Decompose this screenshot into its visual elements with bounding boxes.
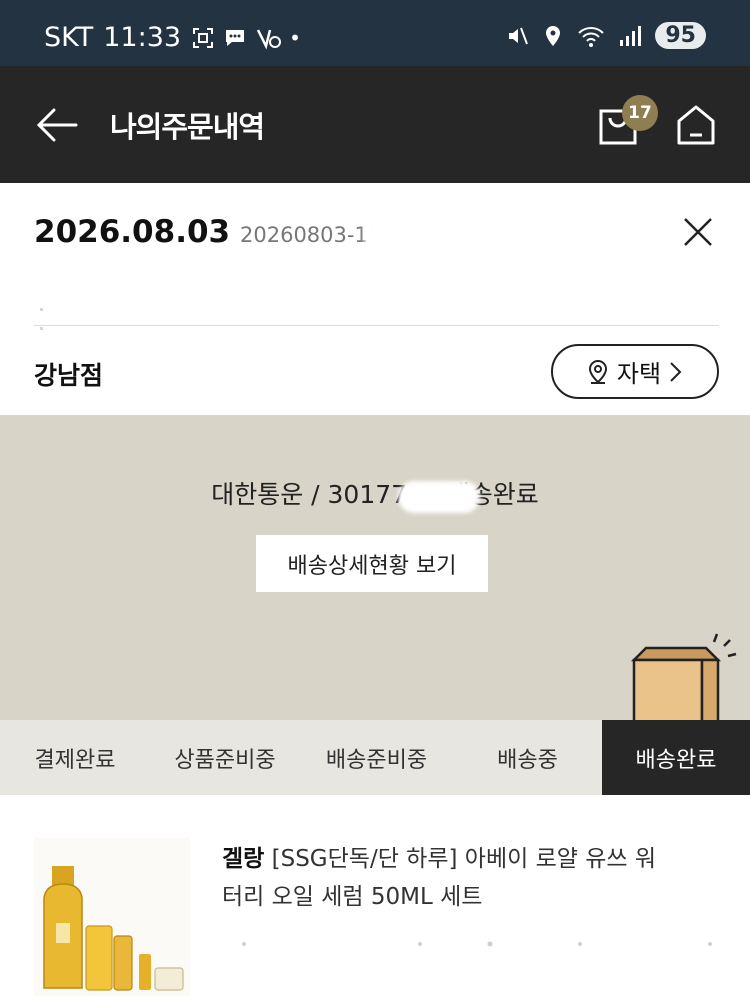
step-shipping: 배송중 <box>497 747 558 773</box>
order-date: 2026.08.03 <box>34 214 231 250</box>
delivery-detail-button[interactable]: 배송상세현황 보기 <box>256 535 488 592</box>
status-right: 95 <box>505 22 706 49</box>
cart-count-badge: 17 <box>622 95 658 131</box>
wifi-call-icon <box>256 28 282 50</box>
product-brand: 겔랑 <box>222 846 265 872</box>
redaction-blur <box>398 481 480 513</box>
divider <box>34 325 719 326</box>
wifi-icon <box>578 26 605 47</box>
delivery-status-banner: 대한통운 / 3017726 배송완료 배송상세현황 보기 <box>0 415 750 725</box>
product-name-line1: [SSG단독/단 하루] 아베이 로얄 유쓰 워 <box>264 846 656 872</box>
redacted-line <box>242 941 712 947</box>
location-icon <box>546 25 561 46</box>
delivery-address-label: 자택 <box>616 360 662 388</box>
package-box-icon <box>630 633 737 725</box>
mute-icon <box>509 27 529 44</box>
status-left-icons: • <box>191 26 301 50</box>
chat-icon <box>226 29 245 46</box>
chevron-right-icon <box>670 361 682 382</box>
redaction-blur <box>365 216 460 250</box>
battery-indicator: 95 <box>655 22 706 49</box>
delivery-info: 대한통운 / 3017726 배송완료 <box>211 480 539 509</box>
redaction-blur <box>520 878 700 914</box>
location-pin-icon <box>588 359 607 384</box>
page-title: 나의주문내역 <box>110 110 265 144</box>
redacted-line <box>40 296 180 330</box>
order-progress-steps: 결제완료 상품준비중 배송준비중 배송중 배송완료 <box>0 720 750 795</box>
home-icon[interactable] <box>676 104 716 146</box>
delivery-address-button[interactable]: 자택 <box>551 344 719 399</box>
store-name: 강남점 <box>34 361 104 390</box>
carrier: SKT <box>44 22 94 53</box>
step-preparing: 상품준비중 <box>174 747 276 773</box>
back-arrow-icon[interactable] <box>36 104 78 146</box>
close-icon[interactable] <box>682 216 714 248</box>
dot-icon: • <box>289 25 301 50</box>
status-left: SKT 11:33 • <box>44 22 301 53</box>
clock: 11:33 <box>103 22 182 53</box>
order-number: 20260803-15 <box>240 223 382 247</box>
app-header: 나의주문내역 17 <box>0 66 750 183</box>
screenshot-icon <box>193 27 214 48</box>
status-bar: SKT 11:33 • 95 <box>0 0 750 66</box>
signal-icon <box>620 25 642 46</box>
step-payment-complete: 결제완료 <box>34 747 116 773</box>
step-ready-to-ship: 배송준비중 <box>325 747 428 773</box>
product-image[interactable] <box>34 838 190 996</box>
step-delivered: 배송완료 <box>602 720 750 795</box>
